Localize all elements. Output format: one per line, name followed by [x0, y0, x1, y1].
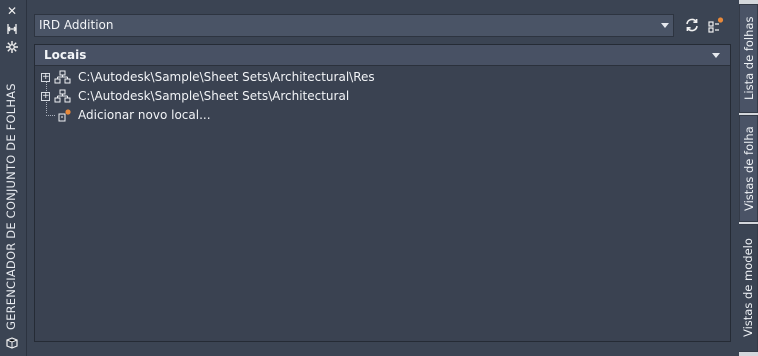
palette-title: GERENCIADOR DE CONJUNTO DE FOLHAS — [4, 83, 18, 330]
palette-title-strip[interactable]: ✕ GERENCIADOR DE CONJUNTO DE FOLHAS — [0, 0, 27, 356]
locations-header[interactable]: Locais — [35, 45, 730, 66]
sheet-set-icon[interactable] — [5, 336, 19, 350]
expand-icon[interactable]: + — [41, 92, 50, 101]
folder-tree-icon — [54, 70, 71, 84]
add-location-label: Adicionar novo local... — [78, 108, 211, 122]
sheet-set-dropdown-value: IRD Addition — [39, 18, 114, 32]
add-location-icon — [58, 109, 71, 122]
locations-tree: + C:\Autodesk\Sample\Sheet Sets\Architec… — [35, 66, 730, 125]
tab-model-views[interactable]: Vistas de modelo — [739, 224, 758, 352]
options-icon[interactable] — [707, 16, 725, 34]
add-location-item[interactable]: Adicionar novo local... — [35, 106, 730, 125]
tree-item[interactable]: + C:\Autodesk\Sample\Sheet Sets\Architec… — [35, 87, 730, 106]
chevron-down-icon[interactable] — [712, 53, 720, 58]
main-panel: IRD Addition Locais + C:\Autodesk\Sample… — [27, 0, 739, 356]
locations-panel: Locais + C:\Autodesk\Sample\Sheet Sets\A… — [34, 44, 731, 342]
tree-item-label: C:\Autodesk\Sample\Sheet Sets\Architectu… — [78, 70, 375, 84]
folder-tree-icon — [54, 89, 71, 103]
tab-label: Lista de folhas — [742, 16, 756, 101]
locations-header-label: Locais — [44, 48, 87, 62]
expand-icon[interactable]: + — [41, 73, 50, 82]
sheet-set-manager-window: ✕ GERENCIADOR DE CONJUNTO DE FOLHAS IRD … — [0, 0, 758, 356]
tab-sheet-views[interactable]: Vistas de folha — [739, 115, 758, 222]
tab-sheet-list[interactable]: Lista de folhas — [739, 4, 758, 113]
refresh-icon[interactable] — [683, 16, 701, 34]
close-icon[interactable]: ✕ — [5, 4, 19, 18]
tab-label: Vistas de modelo — [741, 238, 755, 338]
tab-label: Vistas de folha — [742, 126, 756, 211]
auto-hide-icon[interactable] — [5, 22, 19, 36]
sheet-set-dropdown[interactable]: IRD Addition — [34, 14, 674, 37]
tree-item-label: C:\Autodesk\Sample\Sheet Sets\Architectu… — [78, 89, 350, 103]
tab-strip: Lista de folhas Vistas de folha Vistas d… — [739, 0, 758, 356]
chevron-down-icon — [661, 23, 669, 28]
properties-icon[interactable] — [5, 40, 19, 54]
tree-item[interactable]: + C:\Autodesk\Sample\Sheet Sets\Architec… — [35, 68, 730, 87]
